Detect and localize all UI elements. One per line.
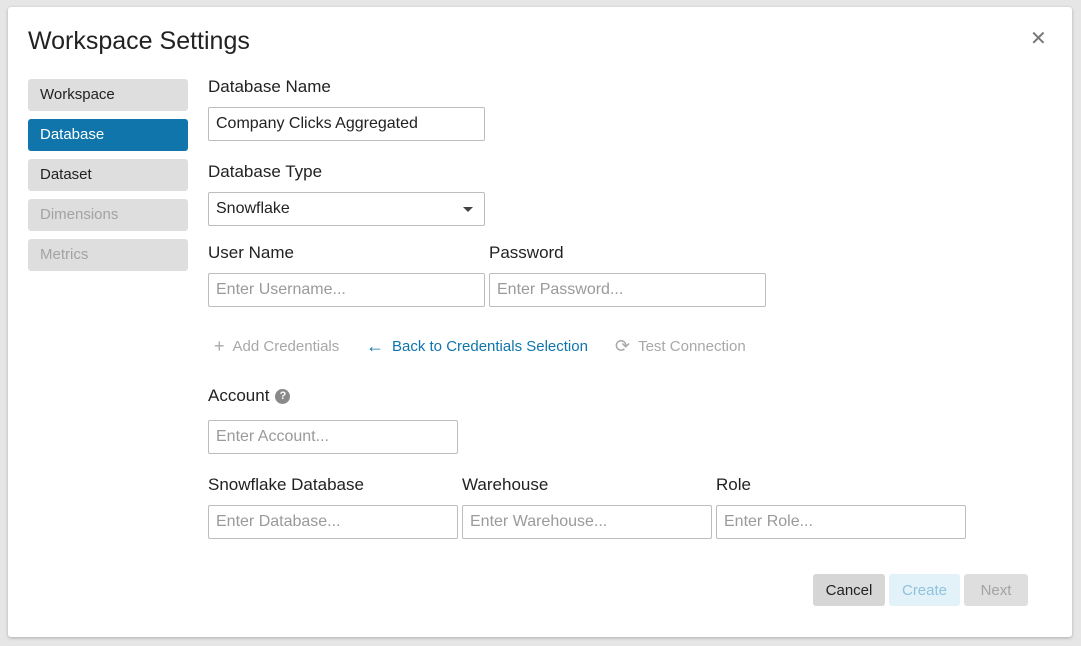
add-credentials-button[interactable]: + Add Credentials xyxy=(214,337,339,355)
password-input[interactable] xyxy=(489,273,766,307)
snowflake-database-input[interactable] xyxy=(208,505,458,539)
workspace-settings-dialog: Workspace Settings ✕ Workspace Database … xyxy=(8,7,1072,637)
dialog-title: Workspace Settings xyxy=(28,27,250,55)
next-button[interactable]: Next xyxy=(964,574,1028,606)
database-type-value: Snowflake xyxy=(216,200,290,217)
sidebar-item-database[interactable]: Database xyxy=(28,119,188,151)
warehouse-input[interactable] xyxy=(462,505,712,539)
password-label: Password xyxy=(489,243,564,262)
username-label: User Name xyxy=(208,243,294,262)
database-type-select[interactable]: Snowflake xyxy=(208,192,485,226)
help-icon[interactable]: ? xyxy=(275,389,291,405)
sidebar-item-workspace[interactable]: Workspace xyxy=(28,79,188,111)
close-icon[interactable]: ✕ xyxy=(1030,27,1047,51)
refresh-icon: ⟳ xyxy=(615,336,631,356)
account-input[interactable] xyxy=(208,420,458,454)
back-to-credentials-label: Back to Credentials Selection xyxy=(392,337,588,355)
account-label: Account? xyxy=(208,386,291,406)
database-name-label: Database Name xyxy=(208,77,331,96)
add-credentials-label: Add Credentials xyxy=(232,337,340,355)
arrow-left-icon: ← xyxy=(366,336,384,356)
back-to-credentials-link[interactable]: ← Back to Credentials Selection xyxy=(366,337,588,355)
role-input[interactable] xyxy=(716,505,966,539)
caret-down-icon xyxy=(463,207,473,212)
cancel-button[interactable]: Cancel xyxy=(813,574,885,606)
role-label: Role xyxy=(716,475,751,494)
sidebar-item-metrics[interactable]: Metrics xyxy=(28,239,188,271)
account-label-text: Account xyxy=(208,386,270,405)
username-input[interactable] xyxy=(208,273,485,307)
database-name-input[interactable] xyxy=(208,107,485,141)
test-connection-label: Test Connection xyxy=(638,337,746,355)
plus-icon: + xyxy=(214,336,225,356)
database-type-label: Database Type xyxy=(208,162,323,181)
sidebar-item-dataset[interactable]: Dataset xyxy=(28,159,188,191)
warehouse-label: Warehouse xyxy=(462,475,549,494)
create-button[interactable]: Create xyxy=(889,574,960,606)
snowflake-database-label: Snowflake Database xyxy=(208,475,364,494)
test-connection-button[interactable]: ⟳ Test Connection xyxy=(615,337,746,355)
sidebar-item-dimensions[interactable]: Dimensions xyxy=(28,199,188,231)
